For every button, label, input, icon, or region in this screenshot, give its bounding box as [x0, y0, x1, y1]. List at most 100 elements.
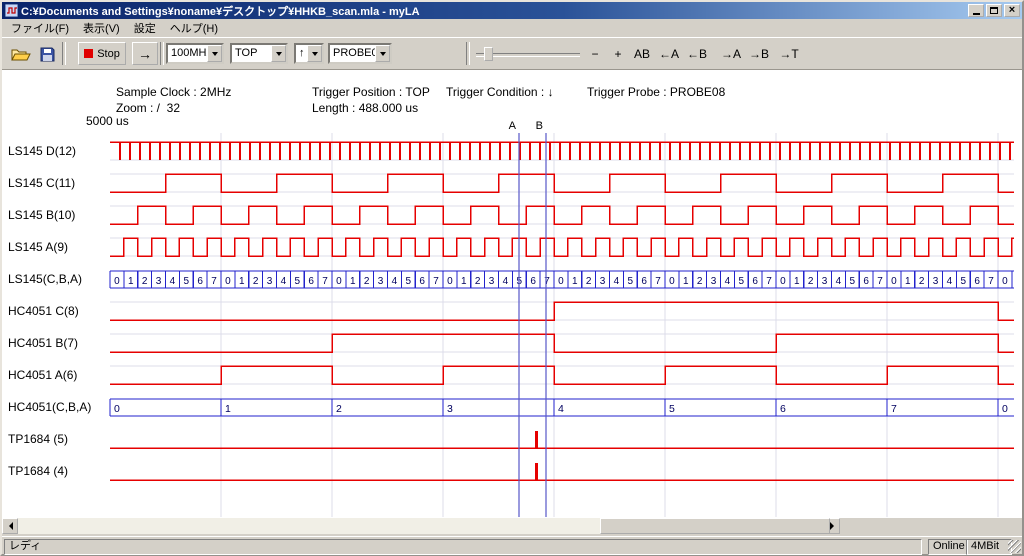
- svg-text:0: 0: [114, 403, 120, 415]
- svg-text:7: 7: [877, 276, 883, 287]
- zoom-ab-button[interactable]: AB: [630, 44, 654, 64]
- svg-text:4: 4: [947, 276, 953, 287]
- svg-text:6: 6: [197, 276, 203, 287]
- chevron-down-icon[interactable]: [307, 45, 322, 62]
- floppy-disk-icon: [40, 47, 55, 62]
- svg-text:2: 2: [808, 276, 814, 287]
- svg-text:7: 7: [322, 276, 328, 287]
- svg-text:2: 2: [364, 276, 370, 287]
- svg-text:5: 5: [628, 276, 634, 287]
- svg-text:6: 6: [641, 276, 647, 287]
- goto-trigger-button[interactable]: →T: [776, 44, 802, 64]
- svg-text:1: 1: [239, 276, 245, 287]
- scroll-right-icon: [830, 522, 838, 530]
- svg-text:4: 4: [836, 276, 842, 287]
- maximize-icon: [990, 7, 998, 14]
- menu-help[interactable]: ヘルプ(H): [163, 18, 225, 38]
- app-icon: [5, 4, 18, 17]
- svg-text:0: 0: [336, 276, 342, 287]
- open-folder-icon: [11, 47, 31, 62]
- svg-text:4: 4: [503, 276, 509, 287]
- stop-label: Stop: [97, 48, 120, 60]
- menu-view[interactable]: 表示(V): [76, 18, 127, 38]
- waveform-panel: Sample Clock : 2MHz Trigger Position : T…: [2, 70, 1022, 518]
- status-bar: レディ Online 4MBit: [2, 536, 1022, 554]
- minimize-button[interactable]: [968, 4, 984, 17]
- resize-grip[interactable]: [1008, 540, 1021, 553]
- zoom-out-button[interactable]: −: [585, 44, 605, 64]
- svg-text:1: 1: [683, 276, 689, 287]
- menu-file[interactable]: ファイル(F): [4, 18, 76, 38]
- chevron-down-icon[interactable]: [375, 45, 390, 62]
- horizontal-scrollbar[interactable]: [2, 518, 840, 534]
- svg-text:4: 4: [281, 276, 287, 287]
- scroll-left-button[interactable]: [2, 518, 18, 534]
- run-button[interactable]: →: [132, 42, 158, 65]
- status-online: Online: [928, 539, 968, 555]
- svg-text:2: 2: [919, 276, 925, 287]
- svg-text:3: 3: [489, 276, 495, 287]
- toolbar: Stop → 100MHz TOP ↑ PROBE00 − + AB: [2, 37, 1022, 70]
- svg-text:7: 7: [433, 276, 439, 287]
- close-button[interactable]: ×: [1004, 4, 1020, 17]
- trigger-position-select[interactable]: TOP: [230, 43, 288, 64]
- svg-text:7: 7: [544, 276, 550, 287]
- svg-text:6: 6: [974, 276, 980, 287]
- scrollbar-thumb[interactable]: [600, 518, 830, 534]
- toolbar-separator: [160, 42, 164, 65]
- svg-text:3: 3: [378, 276, 384, 287]
- menu-bar: ファイル(F) 表示(V) 設定 ヘルプ(H): [2, 19, 1022, 37]
- window-controls: ×: [968, 4, 1020, 17]
- svg-text:4: 4: [614, 276, 620, 287]
- svg-text:1: 1: [128, 276, 134, 287]
- svg-text:5: 5: [406, 276, 412, 287]
- close-icon: ×: [1009, 5, 1015, 15]
- svg-text:3: 3: [600, 276, 606, 287]
- trigger-position-value: TOP: [235, 47, 257, 59]
- zoom-slider[interactable]: [476, 46, 580, 62]
- probe-select[interactable]: PROBE00: [328, 43, 392, 64]
- move-left-to-a-button[interactable]: ←A: [656, 44, 682, 64]
- svg-text:3: 3: [267, 276, 273, 287]
- waveform-display[interactable]: 0123456701234567012345670123456701234567…: [2, 70, 1022, 518]
- zoom-in-button[interactable]: +: [608, 44, 628, 64]
- chevron-down-icon[interactable]: [271, 45, 286, 62]
- minimize-icon: [973, 13, 980, 15]
- svg-text:0: 0: [225, 276, 231, 287]
- app-window: C:¥Documents and Settings¥noname¥デスクトップ¥…: [0, 0, 1024, 556]
- svg-text:0: 0: [447, 276, 453, 287]
- svg-text:6: 6: [780, 403, 786, 415]
- save-button[interactable]: [34, 42, 60, 67]
- move-left-to-b-button[interactable]: ←B: [684, 44, 710, 64]
- svg-text:6: 6: [308, 276, 314, 287]
- menu-settings[interactable]: 設定: [127, 18, 163, 38]
- chevron-down-icon[interactable]: [207, 45, 222, 62]
- move-right-to-a-button[interactable]: →A: [718, 44, 744, 64]
- svg-text:2: 2: [586, 276, 592, 287]
- svg-text:A: A: [509, 120, 517, 132]
- scrollbar-track[interactable]: [18, 518, 824, 534]
- svg-text:2: 2: [475, 276, 481, 287]
- clock-select[interactable]: 100MHz: [166, 43, 224, 64]
- svg-text:5: 5: [961, 276, 967, 287]
- svg-text:4: 4: [725, 276, 731, 287]
- svg-text:2: 2: [142, 276, 148, 287]
- svg-text:5: 5: [295, 276, 301, 287]
- svg-text:2: 2: [336, 403, 342, 415]
- svg-text:7: 7: [766, 276, 772, 287]
- svg-text:1: 1: [905, 276, 911, 287]
- zoom-slider-thumb[interactable]: [484, 47, 493, 61]
- stop-icon: [84, 49, 93, 58]
- trigger-edge-select[interactable]: ↑: [294, 43, 324, 64]
- svg-text:0: 0: [1002, 403, 1008, 415]
- svg-text:0: 0: [1002, 276, 1008, 287]
- move-right-to-b-button[interactable]: →B: [746, 44, 772, 64]
- stop-button[interactable]: Stop: [78, 42, 126, 65]
- svg-text:1: 1: [461, 276, 467, 287]
- status-memory: 4MBit: [966, 539, 1012, 555]
- open-button[interactable]: [8, 42, 34, 67]
- svg-text:3: 3: [156, 276, 162, 287]
- maximize-button[interactable]: [986, 4, 1002, 17]
- title-bar[interactable]: C:¥Documents and Settings¥noname¥デスクトップ¥…: [2, 2, 1022, 19]
- svg-text:1: 1: [350, 276, 356, 287]
